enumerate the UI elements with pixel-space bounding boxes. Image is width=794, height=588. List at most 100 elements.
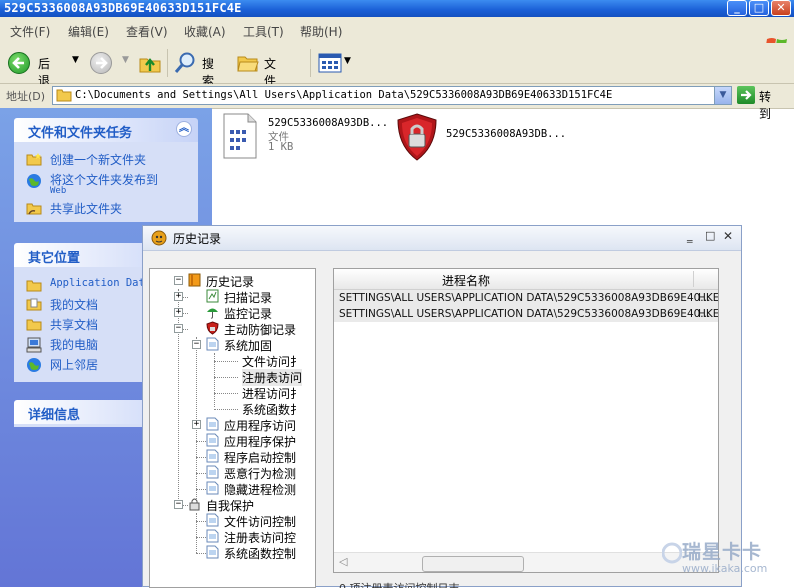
place-my-documents[interactable]: 我的文档 xyxy=(50,296,98,313)
row-path: SETTINGS\ALL USERS\APPLICATION DATA\529C… xyxy=(339,292,711,304)
tree-collapse-toggle[interactable]: − xyxy=(174,324,183,333)
row-extra: HKE xyxy=(698,308,719,320)
menu-bar: 文件(F) 编辑(E) 查看(V) 收藏(A) 工具(T) 帮助(H) xyxy=(0,17,794,53)
menu-tools[interactable]: 工具(T) xyxy=(243,23,284,40)
go-label: 转到 xyxy=(759,90,772,121)
history-dialog: 历史记录 ‗ □ ✕ − 历史记录 + 扫描记录 + 监控记录 − 主动防御记录… xyxy=(142,225,742,588)
my-computer-icon xyxy=(26,337,42,353)
place-network-places[interactable]: 网上邻居 xyxy=(50,356,98,373)
tree-node-malicious[interactable]: 恶意行为检测 xyxy=(224,465,296,482)
tree-node-defense[interactable]: 主动防御记录 xyxy=(224,321,296,338)
forward-button[interactable] xyxy=(90,52,112,74)
tree-node-self-protect[interactable]: 自我保护 xyxy=(206,497,254,514)
menu-help[interactable]: 帮助(H) xyxy=(300,23,342,40)
watermark: 瑞星卡卡 www.ikaka.com xyxy=(662,535,792,583)
menu-edit[interactable]: 编辑(E) xyxy=(68,23,109,40)
address-input[interactable]: C:\Documents and Settings\All Users\Appl… xyxy=(52,86,732,105)
dialog-maximize-button[interactable]: □ xyxy=(705,229,715,242)
tree-node-app-access[interactable]: 应用程序访问 xyxy=(224,417,296,434)
task-new-folder[interactable]: 创建一个新文件夹 xyxy=(50,151,146,168)
tree-collapse-toggle[interactable]: − xyxy=(192,340,201,349)
table-row[interactable]: SETTINGS\ALL USERS\APPLICATION DATA\529C… xyxy=(334,306,718,322)
window-title: 529C5336008A93DB69E40633D151FC4E xyxy=(4,1,242,15)
document-icon xyxy=(206,529,219,543)
file-tasks-header[interactable]: 文件和文件夹任务 ︽ xyxy=(14,118,198,142)
tree-node-registry-access[interactable]: 注册表访问 xyxy=(242,369,303,386)
horizontal-scrollbar[interactable]: ◁ xyxy=(334,552,718,572)
collapse-icon[interactable]: ︽ xyxy=(176,121,192,137)
document-icon xyxy=(206,513,219,527)
task-publish-web-suffix[interactable]: Web xyxy=(50,186,66,196)
tree-node-monitor[interactable]: 监控记录 xyxy=(224,305,272,322)
folder-icon xyxy=(56,89,72,102)
watermark-url: www.ikaka.com xyxy=(682,562,768,575)
history-list: 进程名称 SETTINGS\ALL USERS\APPLICATION DATA… xyxy=(333,268,719,573)
menu-favorites[interactable]: 收藏(A) xyxy=(184,23,226,40)
dialog-title: 历史记录 xyxy=(173,232,222,246)
dialog-minimize-button[interactable]: ‗ xyxy=(687,230,693,243)
column-process-name[interactable]: 进程名称 xyxy=(442,272,490,289)
other-places-title: 其它位置 xyxy=(28,251,81,266)
document-icon xyxy=(206,337,219,351)
up-folder-icon[interactable] xyxy=(138,51,162,75)
tree-node-history[interactable]: 历史记录 xyxy=(206,273,254,290)
history-book-icon xyxy=(188,273,201,287)
maximize-button[interactable]: □ xyxy=(749,0,769,16)
row-path: SETTINGS\ALL USERS\APPLICATION DATA\529C… xyxy=(339,308,711,320)
back-arrow-icon xyxy=(8,52,30,74)
tree-collapse-toggle[interactable]: − xyxy=(174,276,183,285)
close-button[interactable]: ✕ xyxy=(771,0,791,16)
views-button[interactable]: ▼ xyxy=(318,52,354,74)
active-defense-icon xyxy=(206,321,219,335)
toolbar: 后退 ▼ ▼ 搜索 文件夹 ▼ xyxy=(0,43,794,105)
place-my-computer[interactable]: 我的电脑 xyxy=(50,336,98,353)
rising-lion-icon xyxy=(151,230,167,246)
tree-node-app-launch[interactable]: 程序启动控制 xyxy=(224,449,296,466)
row-extra: HKE xyxy=(698,292,719,304)
menu-view[interactable]: 查看(V) xyxy=(126,23,168,40)
forward-dropdown-icon[interactable]: ▼ xyxy=(122,55,129,65)
place-application-data[interactable]: Application Data xyxy=(50,277,151,289)
tree-node-hardening[interactable]: 系统加固 xyxy=(224,337,272,354)
minimize-button[interactable]: _ xyxy=(727,0,747,16)
tree-node-syscall[interactable]: 系统函数扌 xyxy=(242,401,302,418)
tree-expand-toggle[interactable]: + xyxy=(174,308,183,317)
address-value: C:\Documents and Settings\All Users\Appl… xyxy=(75,89,613,101)
scroll-thumb[interactable] xyxy=(422,556,524,572)
tree-node-app-protect[interactable]: 应用程序保护 xyxy=(224,433,296,450)
task-share-folder[interactable]: 共享此文件夹 xyxy=(50,200,122,217)
forward-arrow-icon xyxy=(96,57,108,69)
place-shared-documents[interactable]: 共享文档 xyxy=(50,316,98,333)
scroll-left-icon[interactable]: ◁ xyxy=(339,555,347,568)
document-icon xyxy=(206,481,219,495)
table-row[interactable]: SETTINGS\ALL USERS\APPLICATION DATA\529C… xyxy=(334,290,718,306)
document-icon xyxy=(206,449,219,463)
address-dropdown-icon[interactable]: ▼ xyxy=(714,87,731,104)
padlock-icon xyxy=(189,498,200,511)
tree-node-self-file[interactable]: 文件访问控制 xyxy=(224,513,296,530)
tree-node-file-access[interactable]: 文件访问扌 xyxy=(242,353,302,370)
shared-documents-icon xyxy=(26,319,42,331)
tree-collapse-toggle[interactable]: − xyxy=(174,500,183,509)
address-bar: 地址(D) C:\Documents and Settings\All User… xyxy=(0,84,794,121)
tree-expand-toggle[interactable]: + xyxy=(174,292,183,301)
file-item[interactable]: 529C5336008A93DB... xyxy=(394,112,574,162)
views-icon xyxy=(318,53,342,73)
details-title: 详细信息 xyxy=(28,408,81,423)
file-size: 1 KB xyxy=(268,141,294,153)
tree-node-self-syscall[interactable]: 系统函数控制 xyxy=(224,545,296,562)
search-icon xyxy=(174,52,195,73)
document-icon xyxy=(206,433,219,447)
menu-file[interactable]: 文件(F) xyxy=(10,23,50,40)
tree-node-process-access[interactable]: 进程访问扌 xyxy=(242,385,302,402)
tree-node-hidden-process[interactable]: 隐藏进程检测 xyxy=(224,481,296,498)
tree-node-scan[interactable]: 扫描记录 xyxy=(224,289,272,306)
network-places-icon xyxy=(27,358,41,372)
monitor-umbrella-icon xyxy=(207,308,218,319)
dialog-close-button[interactable]: ✕ xyxy=(723,229,733,243)
file-tasks-title: 文件和文件夹任务 xyxy=(28,126,133,141)
tree-expand-toggle[interactable]: + xyxy=(192,420,201,429)
tree-node-self-registry[interactable]: 注册表访问控 xyxy=(224,529,296,546)
back-dropdown-icon[interactable]: ▼ xyxy=(72,55,79,65)
dialog-title-bar: 历史记录 ‗ □ ✕ xyxy=(143,226,741,251)
